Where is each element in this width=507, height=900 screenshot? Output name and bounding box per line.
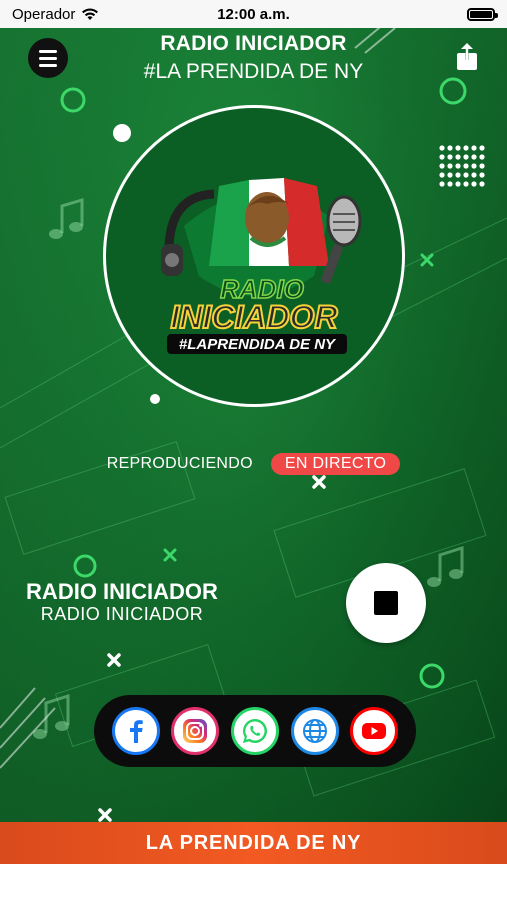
playback-status: REPRODUCIENDO EN DIRECTO — [0, 453, 507, 475]
instagram-button[interactable] — [171, 707, 220, 755]
instagram-icon — [183, 719, 208, 743]
carrier-label: Operador — [12, 5, 76, 23]
youtube-icon — [362, 723, 387, 739]
logo-line2: INICIADOR — [170, 299, 337, 335]
banner-text: LA PRENDIDA DE NY — [145, 831, 362, 854]
whatsapp-icon — [242, 719, 267, 743]
station-logo: RADIO INICIADOR #LAPRENDIDA DE NY — [103, 105, 405, 407]
menu-button[interactable] — [28, 38, 68, 78]
logo-art: RADIO INICIADOR #LAPRENDIDA DE NY — [161, 178, 362, 354]
player-screen: RADIO INICIADOR #LA PRENDIDA DE NY RADIO… — [0, 28, 507, 822]
menu-icon-line — [39, 56, 57, 60]
live-badge: EN DIRECTO — [270, 453, 401, 475]
bottom-banner[interactable]: LA PRENDIDA DE NY — [0, 822, 507, 864]
facebook-button[interactable] — [111, 707, 160, 755]
menu-icon-line — [39, 49, 57, 53]
bottom-safe-area — [0, 864, 507, 900]
share-icon[interactable] — [455, 42, 479, 72]
station-name: RADIO INICIADOR — [26, 579, 218, 604]
youtube-button[interactable] — [350, 707, 399, 755]
wifi-icon — [82, 8, 99, 20]
globe-icon — [302, 719, 327, 743]
header-subtitle: #LA PRENDIDA DE NY — [143, 60, 364, 83]
station-subtitle: RADIO INICIADOR — [40, 604, 204, 624]
battery-icon — [467, 7, 498, 21]
logo-tagline: #LAPRENDIDA DE NY — [179, 336, 337, 353]
website-button[interactable] — [290, 707, 339, 755]
header-title: RADIO INICIADOR — [160, 32, 347, 55]
stop-icon — [374, 591, 398, 615]
social-links — [94, 695, 416, 767]
logo-title: RADIO INICIADOR — [169, 273, 338, 336]
stop-button[interactable] — [346, 563, 426, 643]
status-left: Operador — [12, 6, 99, 23]
whatsapp-button[interactable] — [230, 707, 279, 755]
menu-icon-line — [39, 63, 57, 67]
status-bar: Operador 12:00 a.m. — [0, 0, 507, 28]
now-playing-label: REPRODUCIENDO — [106, 455, 253, 472]
facebook-icon — [129, 720, 143, 743]
